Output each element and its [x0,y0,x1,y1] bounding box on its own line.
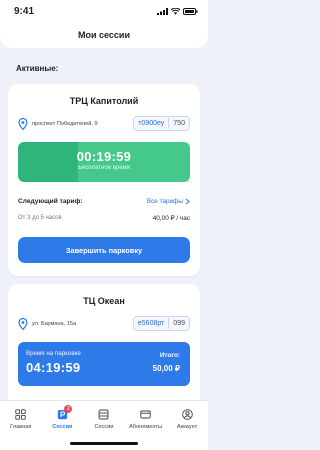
parking-time-timer: Время на парковке 04:19:59 Итого: 50,00 … [18,342,190,386]
home-indicator [70,442,138,445]
license-plate: е5608рт 099 [132,316,190,331]
plate-region: 099 [173,320,185,327]
license-plate: т0900еу 750 [133,116,190,131]
all-tariffs-link[interactable]: Все тарифы [147,198,190,205]
total-value: 50,00 ₽ [152,364,180,373]
session-address: ул. Баумана, 15а [32,320,77,327]
active-section-label: Активные: [16,64,59,73]
signal-icon [157,7,168,15]
grid-icon [15,409,26,420]
timer-caption: Бесплатное время [78,165,130,171]
session-title: ТРЦ Капитолий [69,96,139,106]
plate-number: е5608рт [137,320,165,327]
all-tariffs-label: Все тарифы [146,198,183,205]
location-pin-icon [18,317,28,330]
tab-home[interactable]: Главная [0,401,42,450]
tab-label: Сессии [52,424,73,430]
tab-account[interactable]: Аккаунт [166,401,208,450]
next-tariff-row: Следующий тариф: Все тарифы [18,198,190,205]
tariff-price-row: От 3 до 5 часов 40,00 ₽ / час [18,214,190,222]
chevron-right-icon [185,198,190,205]
plate-number: т0900еу [138,120,165,127]
tab-label: Сессии [94,424,114,430]
free-time-timer: 00:19:59 Бесплатное время [18,142,190,182]
tariff-period: От 3 до 5 часов [18,215,62,221]
session-title: ТЦ Океан [83,296,125,306]
tab-label: Абонементы [129,424,163,430]
finish-parking-button[interactable]: Завершить парковку [18,237,190,263]
user-icon [181,409,193,420]
tab-label: Аккаунт [177,424,198,430]
session-address-row: проспект Победителей, 9 т0900еу 750 [18,116,190,131]
session-card-kapitoliy[interactable]: ТРЦ Капитолий проспект Победителей, 9 т0… [8,84,200,276]
page-title: Мои сессии [78,30,130,40]
battery-icon [183,7,198,15]
tab-label: Главная [10,424,32,430]
timer-label: Время на парковке [26,350,81,357]
page-header: Мои сессии [0,22,208,48]
plate-region: 750 [173,120,185,127]
car-icon [99,409,109,420]
card-icon [140,410,151,419]
session-address-row: ул. Баумана, 15а е5608рт 099 [18,316,190,331]
status-time: 9:41 [14,5,35,17]
timer-value: 04:19:59 [26,360,81,375]
total-label: Итого: [159,352,180,359]
status-bar: 9:41 [0,0,208,22]
tariff-price: 40,00 ₽ / час [152,215,190,222]
session-address: проспект Победителей, 9 [32,120,98,127]
wifi-icon [171,7,180,15]
location-pin-icon [18,117,28,130]
sessions-count-badge: 2 [64,405,73,413]
status-icons [157,7,198,15]
timer-value: 00:19:59 [76,149,132,164]
next-tariff-label: Следующий тариф: [18,198,83,205]
